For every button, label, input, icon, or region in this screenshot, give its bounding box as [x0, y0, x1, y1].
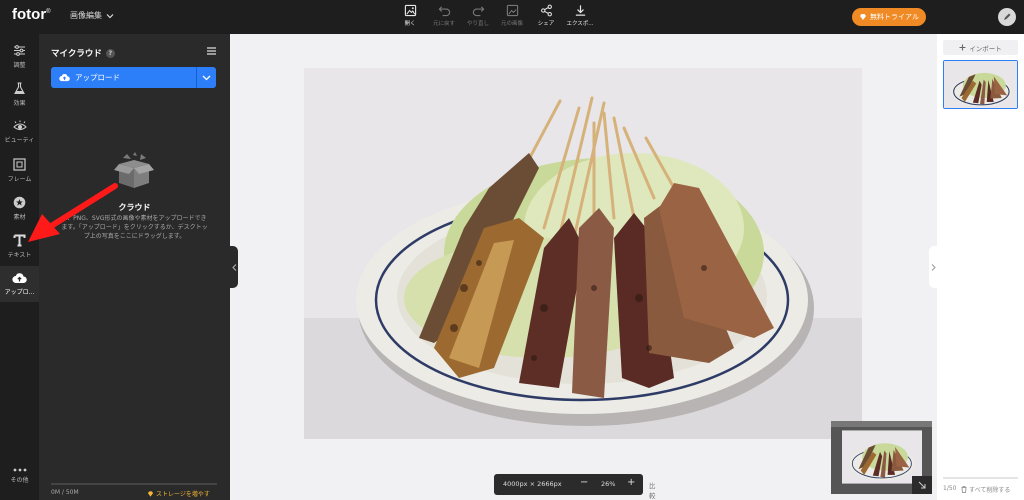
- original-image-button[interactable]: 元の画像: [498, 4, 526, 27]
- panel-title-text: マイクラウド: [51, 49, 102, 59]
- right-panel: インポート 1/50 すべて削除する: [937, 34, 1024, 500]
- upload-panel: マイクラウド ? アップロード クラウド G、PNG、SVG形式の画像や素材をア…: [39, 34, 230, 500]
- user-avatar[interactable]: [998, 8, 1016, 26]
- upload-options-dropdown[interactable]: [196, 67, 216, 88]
- undo-button[interactable]: 元に戻す: [430, 4, 458, 27]
- chevron-left-icon: [231, 263, 236, 271]
- nav-item-upload[interactable]: アップロ...: [0, 266, 39, 302]
- nav-label: フレーム: [7, 175, 32, 183]
- eye-icon: [12, 120, 27, 131]
- trash-icon: [961, 486, 967, 493]
- collapse-right-panel-handle[interactable]: [929, 246, 937, 288]
- storage-usage: 0M / 50M: [51, 489, 79, 496]
- chevron-right-icon: [931, 263, 936, 271]
- empty-box-illustration: [114, 152, 154, 188]
- mode-label: 画像編集: [70, 11, 102, 20]
- nav-label: その他: [10, 477, 29, 484]
- open-label: 開く: [404, 21, 416, 27]
- import-label: インポート: [969, 44, 1002, 53]
- image-thumbnail[interactable]: [943, 60, 1018, 109]
- original-image-icon: [506, 4, 518, 17]
- nav-item-beauty[interactable]: ビューティ: [0, 114, 39, 150]
- share-button[interactable]: シェア: [532, 4, 560, 27]
- upload-button[interactable]: アップロード: [51, 67, 216, 88]
- flask-icon: [14, 81, 25, 94]
- free-trial-label: 無料トライアル: [870, 13, 919, 21]
- download-icon: [575, 5, 585, 16]
- upload-label: アップロード: [75, 73, 120, 82]
- pencil-icon: [1004, 13, 1011, 20]
- diamond-icon: [147, 490, 154, 497]
- free-trial-button[interactable]: 無料トライアル: [852, 8, 926, 26]
- zoom-level[interactable]: 26%: [601, 480, 615, 488]
- redo-icon: [472, 6, 484, 17]
- share-label: シェア: [537, 21, 555, 27]
- yakitori-photo[interactable]: [304, 68, 862, 439]
- export-button[interactable]: エクスポ...: [566, 4, 594, 27]
- nav-label: 素材: [13, 213, 26, 221]
- minimap-preview: [842, 430, 922, 484]
- nav-item-text[interactable]: テキスト: [0, 228, 39, 264]
- export-label: エクスポ...: [566, 21, 594, 27]
- page-count: 1/50: [943, 485, 957, 492]
- image-dimensions: 4000px × 2666px: [503, 480, 562, 488]
- redo-label: やり直し: [466, 21, 489, 27]
- chevron-down-icon: [106, 13, 114, 18]
- nav-item-elements[interactable]: 素材: [0, 190, 39, 226]
- increase-storage-label: ストレージを増やす: [156, 491, 210, 498]
- compare-button[interactable]: 比較: [649, 480, 656, 500]
- cloud-upload-icon: [59, 74, 70, 82]
- page-count-bar: [943, 477, 1018, 479]
- left-nav: 調整 効果 ビューティ フレーム 素材 テキスト アップロ... その他: [0, 34, 39, 500]
- share-icon: [540, 4, 552, 17]
- redo-button[interactable]: やり直し: [464, 4, 492, 27]
- image-open-icon: [404, 4, 416, 17]
- nav-label: 効果: [13, 99, 26, 107]
- toolbar: 開く 元に戻す やり直し 元の画像 シェア エクスポ...: [396, 4, 594, 27]
- nav-label: 調整: [13, 61, 26, 69]
- nav-item-frame[interactable]: フレーム: [0, 152, 39, 188]
- zoom-in-button[interactable]: +: [627, 477, 635, 488]
- chevron-down-icon: [202, 75, 211, 80]
- text-icon: [13, 234, 26, 246]
- more-dots-icon: [13, 468, 26, 472]
- cloud-title: クラウド: [118, 203, 151, 212]
- fit-screen-button[interactable]: [912, 476, 932, 494]
- nav-label: テキスト: [7, 251, 32, 259]
- increase-storage-link[interactable]: ストレージを増やす: [147, 489, 210, 498]
- minimap-frame: [831, 421, 932, 427]
- undo-icon: [438, 6, 450, 17]
- menu-icon[interactable]: [207, 47, 216, 55]
- nav-item-adjust[interactable]: 調整: [0, 38, 39, 74]
- cloud-description: G、PNG、SVG形式の画像や素材をアップロードできます。「アップロード」をクリ…: [61, 215, 208, 240]
- zoom-bar: 4000px × 2666px − 26% + 比較: [494, 474, 656, 500]
- delete-all-button[interactable]: すべて削除する: [961, 485, 1010, 494]
- diamond-icon: [860, 14, 867, 20]
- sliders-icon: [14, 44, 25, 56]
- open-button[interactable]: 開く: [396, 4, 424, 27]
- top-bar: fotor® 画像編集 開く 元に戻す やり直し 元の画像 シェア エクスポ..…: [0, 0, 1024, 34]
- storage-progress-bar: [51, 483, 217, 485]
- help-icon[interactable]: ?: [105, 48, 115, 58]
- star-icon: [13, 196, 26, 208]
- thumbnail-preview: [944, 61, 1017, 108]
- expand-arrow-icon: [918, 481, 926, 489]
- original-image-label: 元の画像: [500, 21, 523, 27]
- nav-label: アップロ...: [4, 289, 35, 296]
- undo-label: 元に戻す: [432, 21, 455, 27]
- fotor-logo[interactable]: fotor®: [12, 6, 51, 23]
- frame-icon: [13, 157, 26, 171]
- import-button[interactable]: インポート: [943, 40, 1018, 55]
- collapse-panel-handle[interactable]: [230, 246, 238, 288]
- plus-icon: [959, 44, 966, 51]
- cloud-upload-icon: [12, 273, 27, 284]
- delete-all-label: すべて削除する: [969, 487, 1011, 494]
- mode-dropdown[interactable]: 画像編集: [70, 10, 114, 21]
- panel-title: マイクラウド ?: [51, 47, 115, 59]
- zoom-out-button[interactable]: −: [580, 477, 588, 488]
- nav-item-more[interactable]: その他: [0, 458, 39, 494]
- nav-label: ビューティ: [4, 137, 35, 144]
- nav-item-effects[interactable]: 効果: [0, 76, 39, 112]
